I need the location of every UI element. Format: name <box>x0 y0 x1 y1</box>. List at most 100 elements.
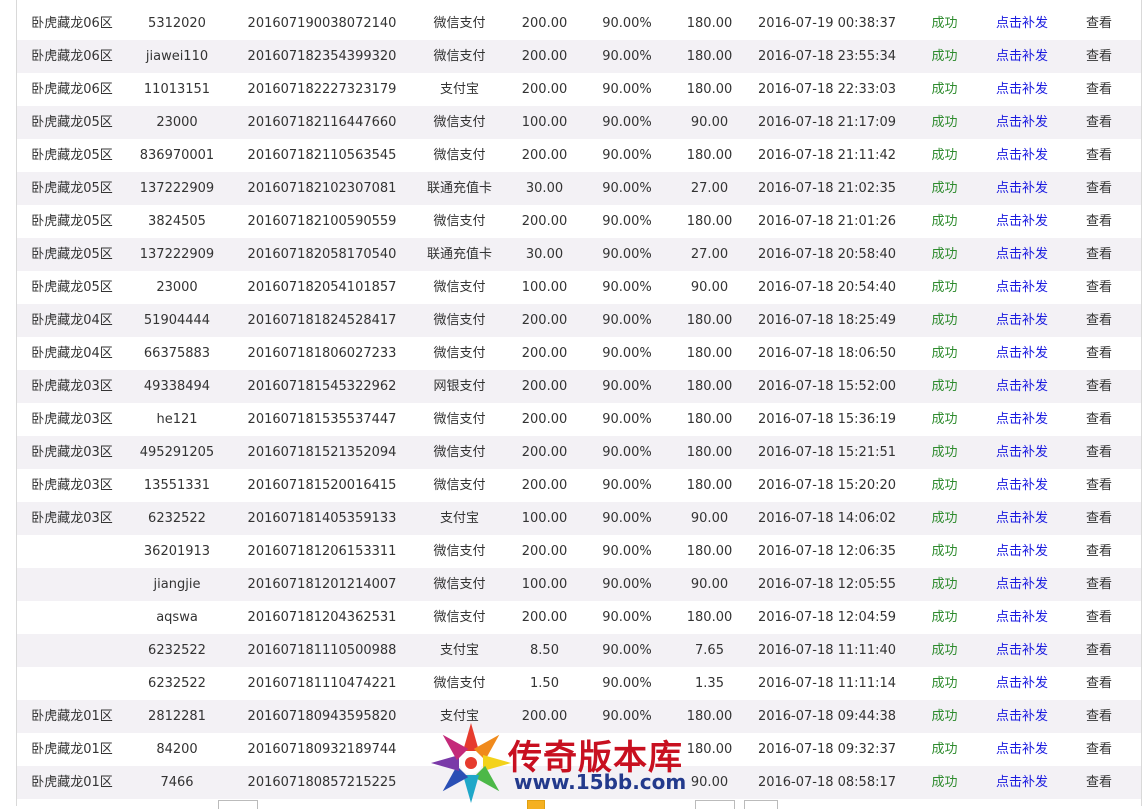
reissue-link[interactable]: 点击补发 <box>987 172 1057 205</box>
view-link[interactable]: 查看 <box>1057 337 1141 370</box>
reissue-link[interactable]: 点击补发 <box>987 403 1057 436</box>
reissue-link[interactable]: 点击补发 <box>987 502 1057 535</box>
view-link[interactable]: 查看 <box>1057 304 1141 337</box>
order-number-cell: 201607181521352094 <box>247 445 397 460</box>
time-cell: 2016-07-18 18:25:49 <box>757 313 897 328</box>
order-number-cell: 201607182102307081 <box>247 181 397 196</box>
rate-cell: 90.00% <box>602 181 652 196</box>
table-row: 卧虎藏龙04区 51904444 201607181824528417 微信支付 200… <box>17 304 1141 337</box>
reissue-link[interactable]: 点击补发 <box>987 469 1057 502</box>
pager-button[interactable] <box>218 800 258 809</box>
reissue-link[interactable]: 点击补发 <box>987 601 1057 634</box>
view-link[interactable]: 查看 <box>1057 7 1141 40</box>
time-cell: 2016-07-18 09:44:38 <box>757 709 897 724</box>
view-link[interactable]: 查看 <box>1057 205 1141 238</box>
status-cell: 成功 <box>931 643 958 658</box>
view-link[interactable]: 查看 <box>1057 667 1141 700</box>
recharge-records-table: 卧虎藏龙06区 5312020 201607190038072140 微信支付 200.… <box>17 7 1141 799</box>
credited-cell: 27.00 <box>690 247 729 262</box>
time-cell: 2016-07-18 21:01:26 <box>757 214 897 229</box>
reissue-link[interactable]: 点击补发 <box>987 139 1057 172</box>
status-cell: 成功 <box>931 577 958 592</box>
view-link[interactable]: 查看 <box>1057 766 1141 799</box>
amount-cell: 200.00 <box>521 544 568 559</box>
zone-cell: 卧虎藏龙05区 <box>31 214 113 229</box>
reissue-link[interactable]: 点击补发 <box>987 73 1057 106</box>
zone-cell: 卧虎藏龙03区 <box>31 445 113 460</box>
status-cell: 成功 <box>931 610 958 625</box>
order-number-cell: 201607182354399320 <box>247 49 397 64</box>
account-cell: 51904444 <box>143 313 211 328</box>
view-link[interactable]: 查看 <box>1057 568 1141 601</box>
reissue-link[interactable]: 点击补发 <box>987 535 1057 568</box>
table-row: 卧虎藏龙05区 3824505 201607182100590559 微信支付 200.… <box>17 205 1141 238</box>
order-number-cell: 201607181206153311 <box>247 544 397 559</box>
view-link[interactable]: 查看 <box>1057 40 1141 73</box>
view-link[interactable]: 查看 <box>1057 502 1141 535</box>
credited-cell: 180.00 <box>686 544 733 559</box>
order-number-cell: 201607181204362531 <box>247 610 397 625</box>
reissue-link[interactable]: 点击补发 <box>987 700 1057 733</box>
time-cell: 2016-07-18 11:11:40 <box>757 643 897 658</box>
view-link[interactable]: 查看 <box>1057 469 1141 502</box>
view-link[interactable]: 查看 <box>1057 172 1141 205</box>
status-cell: 成功 <box>931 346 958 361</box>
reissue-link[interactable]: 点击补发 <box>987 7 1057 40</box>
view-link[interactable]: 查看 <box>1057 106 1141 139</box>
status-cell: 成功 <box>931 115 958 130</box>
zone-cell: 卧虎藏龙04区 <box>31 313 113 328</box>
reissue-link[interactable]: 点击补发 <box>987 634 1057 667</box>
payment-method-cell: 微信支付 <box>433 115 486 130</box>
reissue-link[interactable]: 点击补发 <box>987 370 1057 403</box>
zone-cell: 卧虎藏龙05区 <box>31 247 113 262</box>
time-cell: 2016-07-18 21:02:35 <box>757 181 897 196</box>
view-link[interactable]: 查看 <box>1057 700 1141 733</box>
account-cell: 6232522 <box>148 676 206 691</box>
account-cell: 23000 <box>156 280 198 295</box>
amount-cell: 200.00 <box>521 478 568 493</box>
order-number-cell: 201607181824528417 <box>247 313 397 328</box>
payment-method-cell: 支付宝 <box>439 82 479 97</box>
amount-cell: 100.00 <box>521 511 568 526</box>
reissue-link[interactable]: 点击补发 <box>987 304 1057 337</box>
reissue-link[interactable]: 点击补发 <box>987 667 1057 700</box>
status-cell: 成功 <box>931 82 958 97</box>
time-cell: 2016-07-18 15:52:00 <box>757 379 897 394</box>
reissue-link[interactable]: 点击补发 <box>987 766 1057 799</box>
table-row: 卧虎藏龙03区 he121 201607181535537447 微信支付 200.00… <box>17 403 1141 436</box>
account-cell: 2812281 <box>148 709 206 724</box>
payment-method-cell: 微信支付 <box>433 16 486 31</box>
reissue-link[interactable]: 点击补发 <box>987 106 1057 139</box>
reissue-link[interactable]: 点击补发 <box>987 40 1057 73</box>
rate-cell: 90.00% <box>602 82 652 97</box>
account-cell: 36201913 <box>143 544 211 559</box>
reissue-link[interactable]: 点击补发 <box>987 337 1057 370</box>
view-link[interactable]: 查看 <box>1057 403 1141 436</box>
reissue-link[interactable]: 点击补发 <box>987 568 1057 601</box>
view-link[interactable]: 查看 <box>1057 73 1141 106</box>
pager-button[interactable] <box>744 800 778 809</box>
account-cell: 137222909 <box>139 247 215 262</box>
reissue-link[interactable]: 点击补发 <box>987 205 1057 238</box>
view-link[interactable]: 查看 <box>1057 733 1141 766</box>
view-link[interactable]: 查看 <box>1057 634 1141 667</box>
view-link[interactable]: 查看 <box>1057 139 1141 172</box>
credited-cell: 1.35 <box>695 676 724 691</box>
rate-cell: 90.00% <box>602 115 652 130</box>
view-link[interactable]: 查看 <box>1057 271 1141 304</box>
view-link[interactable]: 查看 <box>1057 238 1141 271</box>
reissue-link[interactable]: 点击补发 <box>987 733 1057 766</box>
reissue-link[interactable]: 点击补发 <box>987 271 1057 304</box>
status-cell: 成功 <box>931 181 958 196</box>
view-link[interactable]: 查看 <box>1057 535 1141 568</box>
account-cell: 3824505 <box>148 214 206 229</box>
view-link[interactable]: 查看 <box>1057 370 1141 403</box>
view-link[interactable]: 查看 <box>1057 601 1141 634</box>
time-cell: 2016-07-18 12:04:59 <box>757 610 897 625</box>
view-link[interactable]: 查看 <box>1057 436 1141 469</box>
reissue-link[interactable]: 点击补发 <box>987 238 1057 271</box>
zone-cell <box>17 667 127 700</box>
status-cell: 成功 <box>931 148 958 163</box>
reissue-link[interactable]: 点击补发 <box>987 436 1057 469</box>
payment-method-cell: 联通充值卡 <box>426 247 492 262</box>
